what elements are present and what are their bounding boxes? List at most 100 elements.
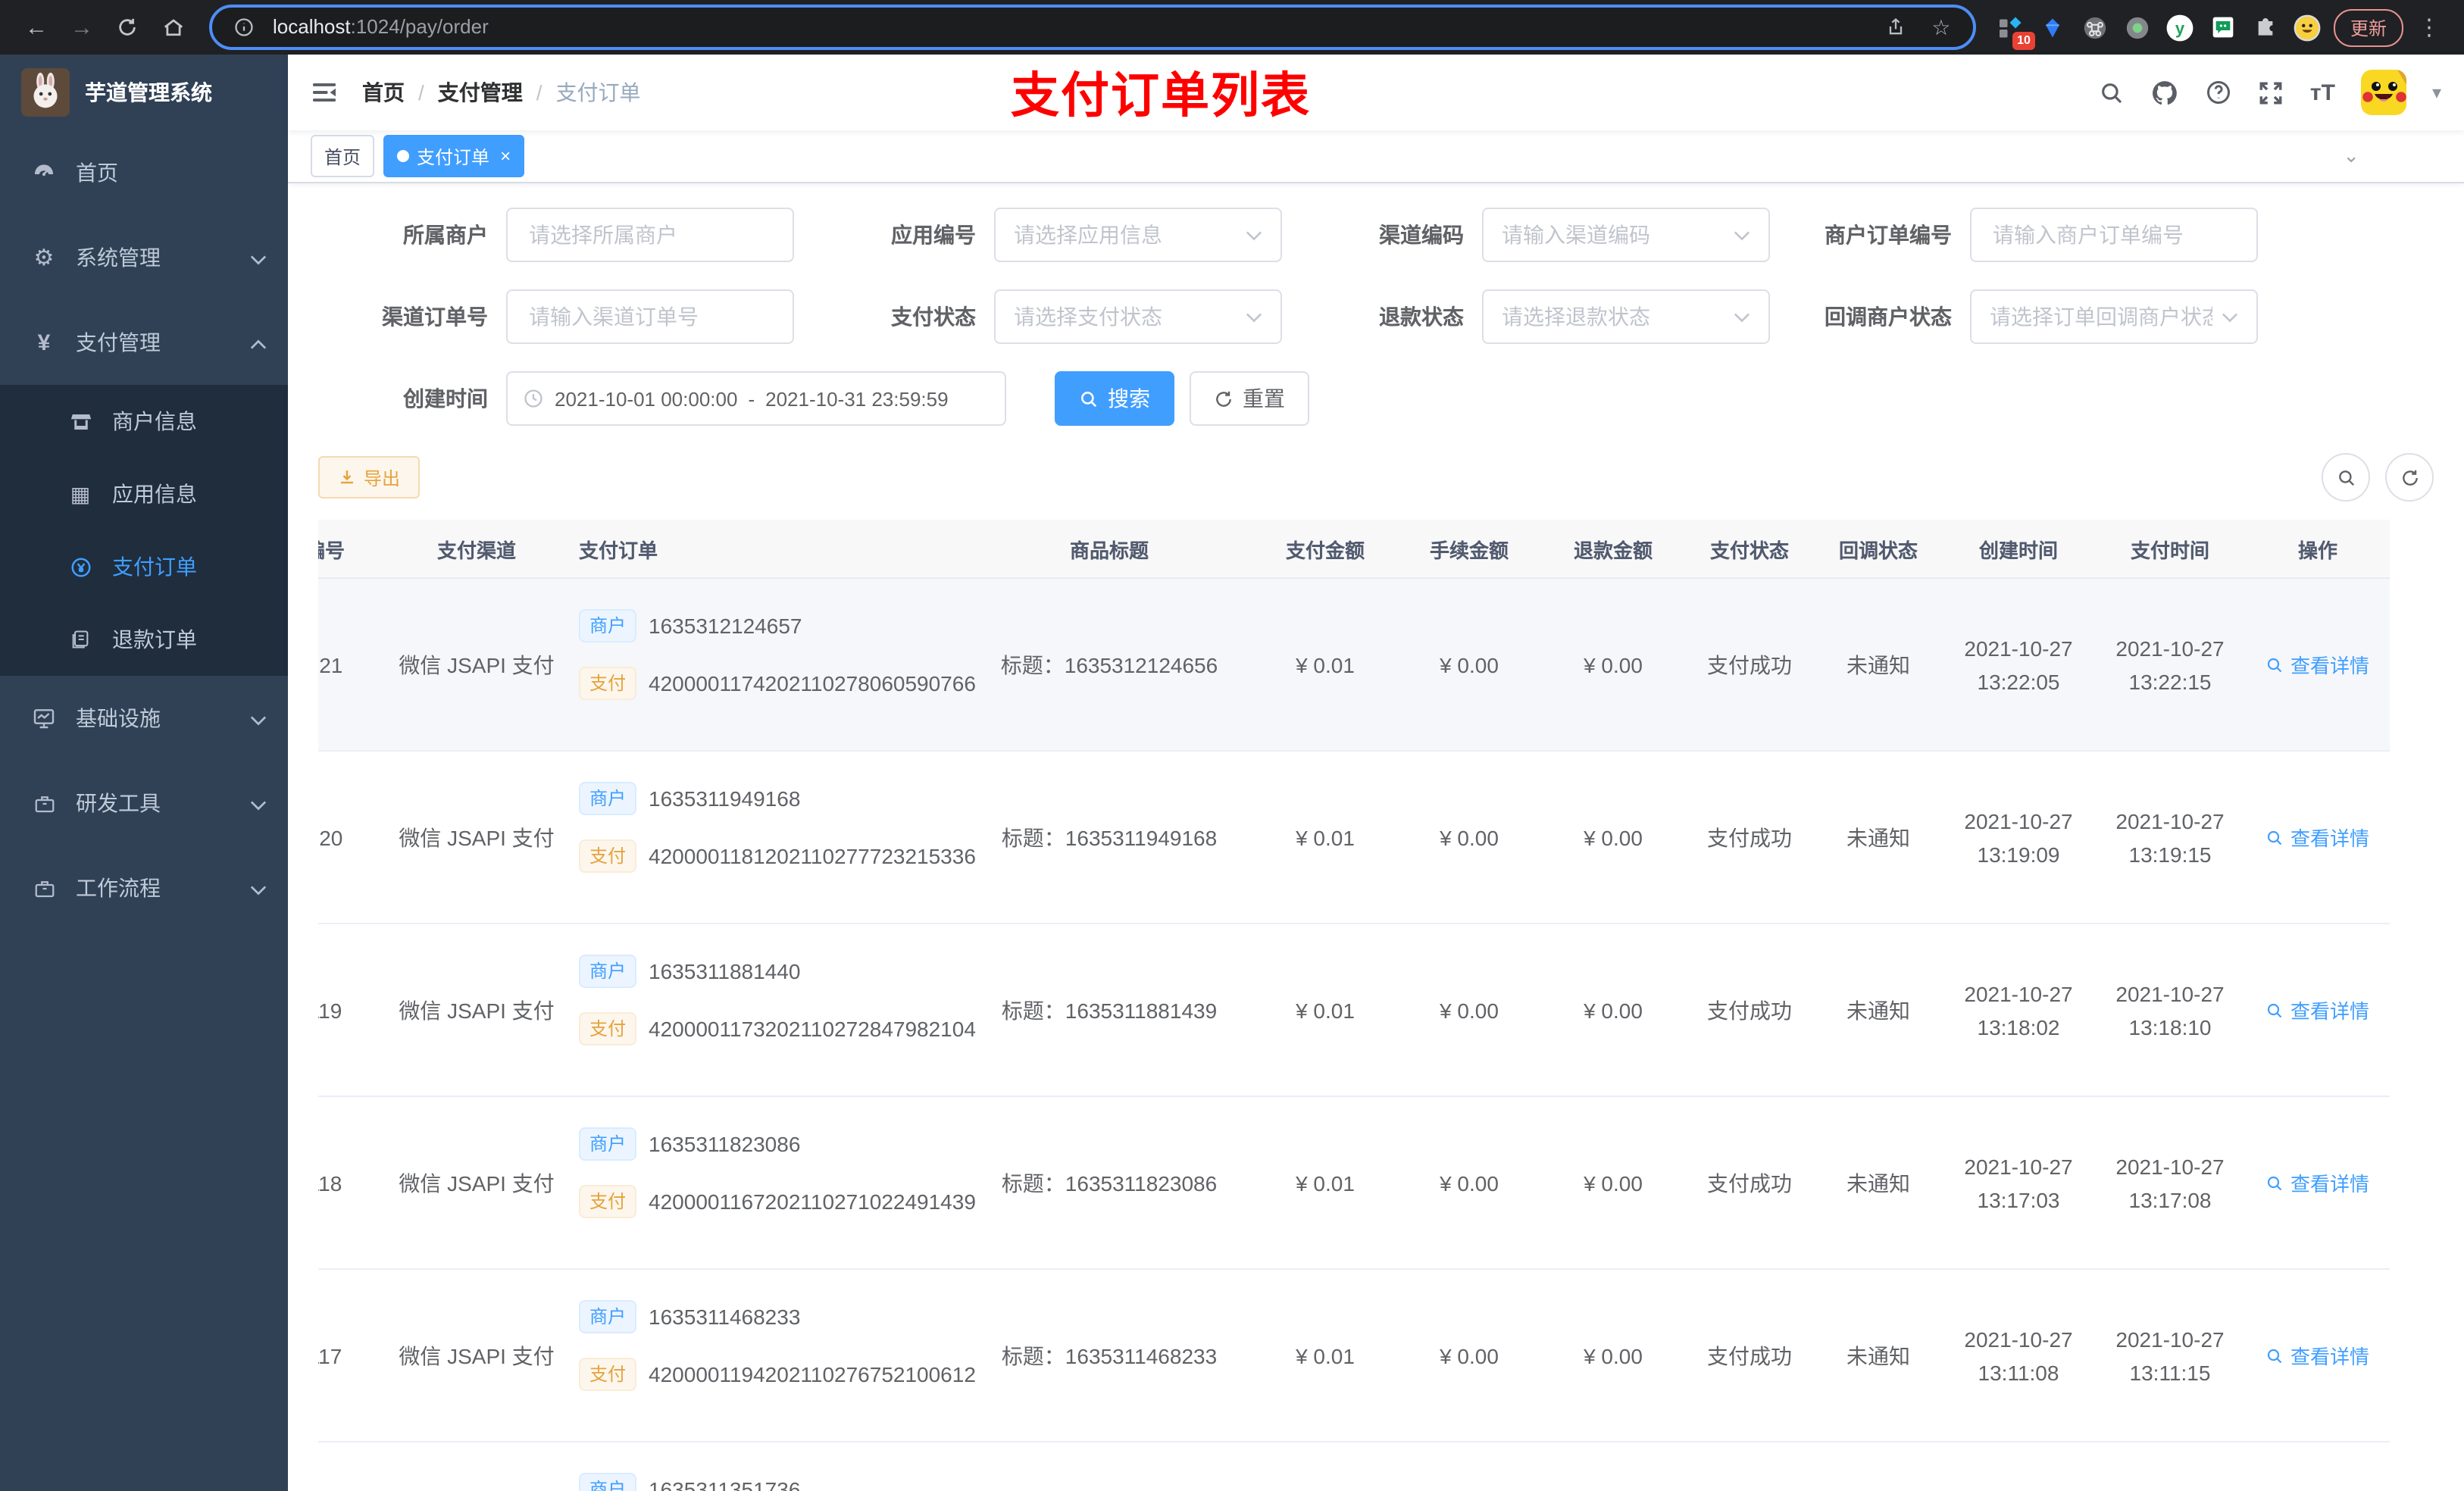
export-button[interactable]: 导出: [318, 456, 421, 499]
sidebar-item-pay-order[interactable]: 支付订单: [0, 530, 288, 603]
y-circle-icon[interactable]: y: [2164, 11, 2197, 44]
svg-text:y: y: [2176, 18, 2186, 37]
tag-home[interactable]: 首页: [311, 135, 375, 177]
channel-code-select[interactable]: 请输入渠道编码: [1482, 208, 1770, 262]
sidebar-item-app-info[interactable]: ▦ 应用信息: [0, 458, 288, 530]
table-header: 编号 支付渠道 支付订单 商品标题 支付金额 手续金额 退款金额 支付状态 回调…: [318, 520, 2390, 579]
help-icon[interactable]: [2206, 79, 2233, 106]
notify-status: 未通知: [1846, 652, 1910, 677]
pay-tag: 支付: [579, 1358, 637, 1391]
tags-view: 首页 支付订单 × ⌄: [288, 130, 2464, 183]
pay-tag: 支付: [579, 1185, 637, 1218]
created-time: 13:11:08: [1978, 1360, 2059, 1384]
refund-status-select[interactable]: 请选择退款状态: [1482, 289, 1770, 344]
font-size-icon[interactable]: ᴛT: [2310, 80, 2335, 105]
sidebar: 芋道管理系统 首页 ⚙ 系统管理 ¥ 支付管理 商户信息 ▦ 应用信息 支付订单…: [0, 55, 288, 1491]
app-logo[interactable]: 芋道管理系统: [0, 55, 288, 130]
reload-icon[interactable]: [109, 9, 145, 45]
star-icon[interactable]: ☆: [1925, 11, 1958, 44]
breadcrumb-home[interactable]: 首页: [362, 77, 405, 108]
table-toolbar: 导出: [318, 453, 2434, 502]
view-detail-link[interactable]: 查看详情: [2266, 823, 2369, 852]
fee-amount: ¥ 0.00: [1440, 652, 1499, 677]
tags-more-chevron-icon[interactable]: ⌄: [2343, 144, 2359, 168]
view-detail-link[interactable]: 查看详情: [2266, 996, 2369, 1024]
breadcrumb-pay[interactable]: 支付管理: [438, 77, 523, 108]
channel-order-no: 4200001173202110272847982104: [649, 1017, 976, 1041]
view-detail-link[interactable]: 查看详情: [2266, 650, 2369, 679]
caret-down-icon[interactable]: ▾: [2432, 82, 2441, 103]
sidebar-item-workflow[interactable]: 工作流程: [0, 846, 288, 930]
avatar[interactable]: [2360, 70, 2406, 115]
home-icon[interactable]: [155, 9, 191, 45]
gem-icon[interactable]: [2037, 11, 2070, 44]
sidebar-item-system[interactable]: ⚙ 系统管理: [0, 215, 288, 300]
emoji-icon[interactable]: [2291, 11, 2325, 44]
fullscreen-icon[interactable]: [2259, 80, 2284, 105]
share-icon[interactable]: [1879, 11, 1912, 44]
github-icon[interactable]: [2151, 78, 2180, 107]
goods-title: 标题：1635311468233: [1001, 1343, 1218, 1368]
reset-button[interactable]: 重置: [1190, 371, 1309, 426]
close-icon[interactable]: ×: [500, 145, 511, 167]
pay-status: 支付成功: [1707, 998, 1792, 1022]
pay-channel: 微信 JSAPI 支付: [399, 652, 555, 677]
sidebar-item-refund-order[interactable]: 退款订单: [0, 603, 288, 676]
search-button[interactable]: 搜索: [1055, 371, 1174, 426]
yen-icon: ¥: [37, 330, 51, 355]
goods-title: 标题：1635311881439: [1001, 998, 1218, 1022]
url-bar[interactable]: localhost:1024/pay/order ☆: [209, 5, 1976, 50]
merchant-order-no-input[interactable]: [1970, 208, 2258, 262]
created-time: 13:17:03: [1977, 1187, 2060, 1211]
update-button[interactable]: 更新: [2333, 8, 2403, 46]
merchant-tag: 商户: [579, 782, 637, 815]
sidebar-item-merchant-info[interactable]: 商户信息: [0, 385, 288, 458]
notify-status-select[interactable]: 请选择订单回调商户状态: [1970, 289, 2258, 344]
pay-status: 支付成功: [1707, 1343, 1792, 1368]
filter-label: 渠道订单号: [382, 305, 488, 329]
channel-order-no: 4200001194202110276752100612: [649, 1362, 976, 1386]
kebab-menu-icon[interactable]: ⋮: [2412, 11, 2446, 44]
merchant-tag: 商户: [579, 955, 637, 988]
view-detail-link[interactable]: 查看详情: [2266, 1341, 2369, 1370]
extensions-cluster-icon[interactable]: 10: [1994, 11, 2035, 50]
view-detail-link[interactable]: 查看详情: [2266, 1168, 2369, 1197]
pay-status-select[interactable]: 请选择支付状态: [994, 289, 1282, 344]
table-row: 120 微信 JSAPI 支付 商户 1635311949168 支付 420000…: [318, 751, 2390, 924]
sidebar-item-infra[interactable]: 基础设施: [0, 676, 288, 761]
tag-pay-order[interactable]: 支付订单 ×: [383, 135, 525, 177]
pay-channel: 微信 JSAPI 支付: [399, 998, 555, 1022]
forward-icon[interactable]: →: [64, 9, 100, 45]
chat-icon[interactable]: [2206, 11, 2240, 44]
logo-rabbit-icon: [21, 68, 70, 117]
puzzle-icon[interactable]: [2249, 11, 2282, 44]
app-select[interactable]: 请选择应用信息: [994, 208, 1282, 262]
fee-amount: ¥ 0.00: [1440, 825, 1499, 849]
toggle-search-button[interactable]: [2322, 453, 2370, 502]
filter-app-no: 应用编号 请选择应用信息: [806, 208, 1282, 262]
order-id: 120: [318, 825, 343, 849]
date-range-input[interactable]: 2021-10-01 00:00:00 - 2021-10-31 23:59:5…: [506, 371, 1006, 426]
created-date: 2021-10-27: [1964, 636, 2073, 660]
refresh-button[interactable]: [2385, 453, 2434, 502]
filter-label: 创建时间: [403, 386, 488, 411]
pay-amount: ¥ 0.01: [1296, 652, 1355, 677]
info-icon[interactable]: [227, 11, 261, 44]
channel-order-no: 4200001174202110278060590766: [649, 671, 976, 695]
date-separator: -: [748, 387, 755, 410]
merchant-input[interactable]: [506, 208, 794, 262]
record-icon[interactable]: [2122, 11, 2155, 44]
sidebar-item-devtools[interactable]: 研发工具: [0, 761, 288, 846]
command-icon[interactable]: [2079, 11, 2112, 44]
merchant-tag: 商户: [579, 1473, 637, 1491]
sidebar-item-home[interactable]: 首页: [0, 130, 288, 215]
created-time: 13:19:09: [1977, 842, 2060, 866]
hamburger-icon[interactable]: [311, 80, 338, 105]
clock-icon: [523, 388, 544, 409]
back-icon[interactable]: ←: [18, 9, 55, 45]
sidebar-item-pay[interactable]: ¥ 支付管理: [0, 300, 288, 385]
search-icon[interactable]: [2100, 80, 2125, 105]
merchant-order-no: 1635311881440: [649, 959, 801, 983]
channel-order-no-input[interactable]: [506, 289, 794, 344]
col-fee: 手续金额: [1397, 520, 1541, 579]
